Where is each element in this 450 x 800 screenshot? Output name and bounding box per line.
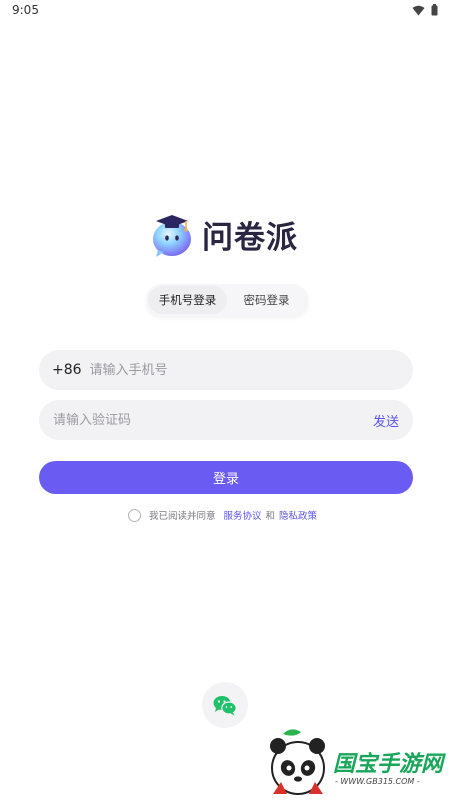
battery-icon	[431, 4, 438, 16]
wifi-icon	[412, 5, 425, 16]
tab-phone-login[interactable]: 手机号登录	[148, 286, 227, 314]
status-time: 9:05	[12, 3, 39, 17]
app-logo-icon	[153, 215, 191, 257]
phone-field: +86	[39, 350, 413, 390]
login-method-tabs: 手机号登录 密码登录	[146, 284, 308, 316]
panda-logo-icon	[270, 729, 325, 795]
agreement-prefix: 我已阅读并同意	[149, 511, 216, 522]
country-code[interactable]: +86	[52, 362, 82, 378]
verification-code-field: 发送	[39, 400, 413, 440]
privacy-policy-link[interactable]: 隐私政策	[279, 508, 317, 522]
app-name: 问卷派	[202, 219, 298, 256]
app-logo-row: 问卷派	[148, 208, 298, 260]
tab-password-login[interactable]: 密码登录	[227, 286, 306, 314]
status-bar: 9:05	[0, 0, 450, 22]
agreement-checkbox[interactable]	[128, 508, 141, 522]
login-button[interactable]: 登录	[39, 461, 413, 494]
status-icons	[412, 4, 438, 16]
agreement-row: 我已阅读并同意 服务协议 和 隐私政策	[128, 508, 317, 522]
phone-input[interactable]	[89, 350, 413, 390]
agreement-and: 和	[265, 511, 276, 522]
watermark: 国宝手游网 - WWW.GB315.COM -	[255, 724, 450, 800]
wechat-icon	[213, 695, 237, 715]
send-code-button[interactable]: 发送	[373, 411, 399, 430]
watermark-url: - WWW.GB315.COM -	[335, 777, 420, 786]
watermark-brand: 国宝手游网	[333, 752, 444, 777]
wechat-login-button[interactable]	[202, 682, 248, 728]
verification-code-input[interactable]	[53, 400, 373, 440]
service-agreement-link[interactable]: 服务协议	[224, 508, 262, 522]
